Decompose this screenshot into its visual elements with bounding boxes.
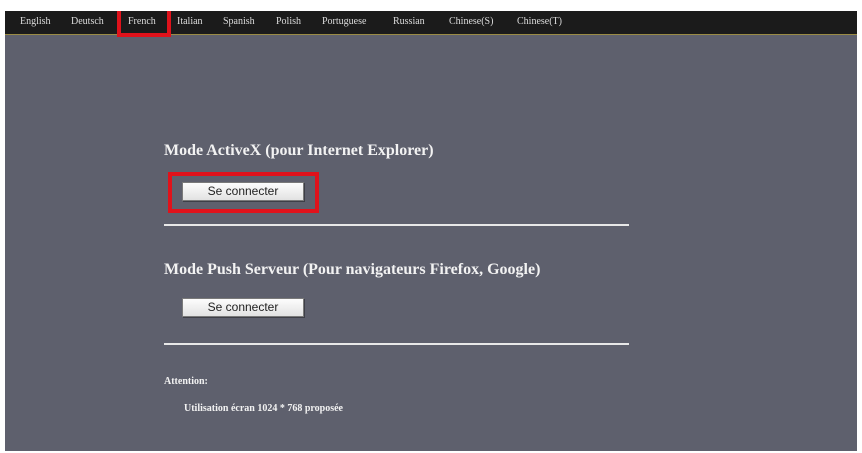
push-mode-title: Mode Push Serveur (Pour navigateurs Fire… [164,261,541,278]
section-divider [164,343,629,345]
language-link-chinese-simplified[interactable]: Chinese(S) [449,16,493,28]
attention-label: Attention: [164,376,208,387]
language-bar: English Deutsch French Italian Spanish P… [5,11,857,37]
language-link-english[interactable]: English [20,16,51,28]
language-link-italian[interactable]: Italian [177,16,203,28]
push-connect-button[interactable]: Se connecter [182,298,304,317]
login-page: English Deutsch French Italian Spanish P… [5,11,857,451]
activex-mode-title: Mode ActiveX (pour Internet Explorer) [164,142,434,159]
language-link-polish[interactable]: Polish [276,16,301,28]
language-link-portuguese[interactable]: Portuguese [322,16,366,28]
language-link-chinese-traditional[interactable]: Chinese(T) [517,16,562,28]
language-link-deutsch[interactable]: Deutsch [71,16,104,28]
language-link-french[interactable]: French [128,16,156,28]
language-link-russian[interactable]: Russian [393,16,425,28]
resolution-notice: Utilisation écran 1024 * 768 proposée [184,403,343,414]
section-divider [164,224,629,226]
activex-connect-button[interactable]: Se connecter [182,182,304,201]
language-link-spanish[interactable]: Spanish [223,16,255,28]
